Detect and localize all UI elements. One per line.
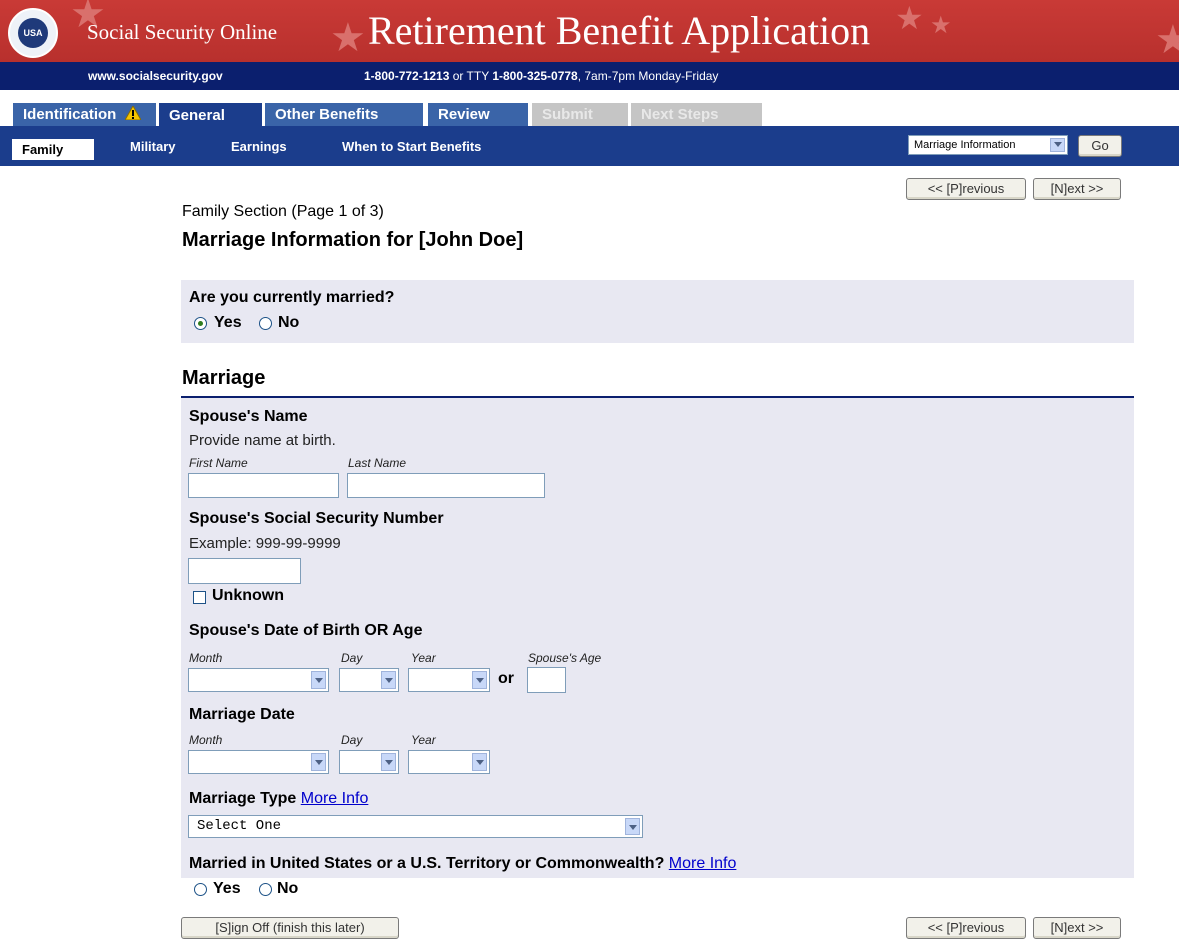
marriage-type-label: Marriage Type More Info	[189, 790, 368, 808]
married-in-us-text: Married in United States or a U.S. Terri…	[189, 855, 665, 872]
md-year-select[interactable]	[408, 750, 490, 774]
first-name-field[interactable]	[188, 473, 339, 498]
first-name-label: First Name	[189, 456, 248, 470]
page-title: Marriage Information for [John Doe]	[182, 229, 524, 251]
ssa-seal-logo[interactable]: USA	[8, 8, 58, 58]
main-tabs: Identification General Other Benefits Re…	[0, 103, 1179, 129]
md-month-select[interactable]	[188, 750, 329, 774]
md-day-select[interactable]	[339, 750, 399, 774]
last-name-label: Last Name	[348, 456, 407, 470]
phone-main: 1-800-772-1213	[364, 69, 450, 83]
married-no-radio[interactable]	[259, 317, 272, 330]
go-button[interactable]: Go	[1078, 135, 1122, 157]
tab-review[interactable]: Review	[428, 103, 528, 126]
warning-icon	[124, 106, 141, 120]
seal-emblem: USA	[18, 18, 48, 48]
site-url[interactable]: www.socialsecurity.gov	[88, 69, 223, 83]
md-day-label: Day	[341, 733, 363, 747]
dob-year-select[interactable]	[408, 668, 490, 692]
married-in-us-more-info-link[interactable]: More Info	[669, 855, 737, 872]
married-in-us-yes-label: Yes	[213, 880, 241, 897]
tab-label: Next Steps	[641, 106, 719, 123]
tab-label: Identification	[23, 106, 117, 123]
spouse-dob-label: Spouse's Date of Birth OR Age	[189, 622, 423, 639]
married-in-us-yes-radio[interactable]	[194, 883, 207, 896]
previous-button-bottom[interactable]: << [P]revious	[906, 917, 1026, 939]
tab-label: General	[169, 107, 225, 124]
dob-month-select[interactable]	[188, 668, 329, 692]
md-year-label: Year	[411, 733, 436, 747]
chevron-down-icon	[472, 671, 487, 689]
tab-identification[interactable]: Identification	[13, 103, 156, 126]
marriage-heading: Marriage	[182, 367, 266, 389]
married-in-us-no-label: No	[277, 880, 299, 897]
tab-label: Other Benefits	[275, 106, 379, 123]
spouse-ssn-hint: Example: 999-99-9999	[189, 535, 341, 552]
next-button-bottom[interactable]: [N]ext >>	[1033, 917, 1121, 939]
tab-next-steps: Next Steps	[631, 103, 762, 126]
or-label: or	[498, 670, 514, 687]
ssn-unknown-label: Unknown	[212, 587, 284, 604]
chevron-down-icon	[381, 753, 396, 771]
site-banner: ★ ★ ★ ★ ★ USA Social Security Online Ret…	[0, 0, 1179, 62]
married-yes-label: Yes	[214, 314, 242, 331]
ssn-unknown-checkbox[interactable]	[193, 591, 206, 604]
married-in-us-no-radio[interactable]	[259, 883, 272, 896]
spouse-ssn-field[interactable]	[188, 558, 301, 584]
dob-day-select[interactable]	[339, 668, 399, 692]
subnav-family[interactable]: Family	[12, 139, 94, 160]
star-decoration: ★	[1155, 18, 1179, 62]
tab-other-benefits[interactable]: Other Benefits	[265, 103, 423, 126]
marriage-type-text: Marriage Type	[189, 790, 297, 807]
tab-label: Submit	[542, 106, 593, 123]
jump-to-select[interactable]: Marriage Information	[908, 135, 1068, 155]
dob-year-label: Year	[411, 651, 436, 665]
subnav-when-to-start[interactable]: When to Start Benefits	[342, 136, 481, 158]
chevron-down-icon	[311, 753, 326, 771]
chevron-down-icon	[311, 671, 326, 689]
phone-info: 1-800-772-1213 or TTY 1-800-325-0778, 7a…	[364, 69, 718, 83]
contact-bar: www.socialsecurity.gov 1-800-772-1213 or…	[0, 62, 1179, 90]
married-question-label: Are you currently married?	[189, 289, 395, 306]
marriage-date-label: Marriage Date	[189, 706, 295, 723]
star-decoration: ★	[930, 12, 952, 39]
chevron-down-icon	[472, 753, 487, 771]
star-decoration: ★	[330, 16, 366, 60]
tab-submit: Submit	[532, 103, 628, 126]
marriage-type-more-info-link[interactable]: More Info	[301, 790, 369, 807]
phone-tty: 1-800-325-0778	[492, 69, 578, 83]
brand-name[interactable]: Social Security Online	[87, 20, 277, 45]
spouse-age-field[interactable]	[527, 667, 566, 693]
dob-month-label: Month	[189, 651, 223, 665]
married-no-label: No	[278, 314, 300, 331]
tab-label: Review	[438, 106, 490, 123]
next-button[interactable]: [N]ext >>	[1033, 178, 1121, 200]
last-name-field[interactable]	[347, 473, 545, 498]
sign-off-button[interactable]: [S]ign Off (finish this later)	[181, 917, 399, 939]
marriage-type-select[interactable]: Select One	[188, 815, 643, 838]
spouse-name-label: Spouse's Name	[189, 408, 308, 425]
dob-day-label: Day	[341, 651, 363, 665]
spouse-ssn-label: Spouse's Social Security Number	[189, 510, 444, 527]
chevron-down-icon	[625, 818, 640, 835]
chevron-down-icon	[1050, 138, 1065, 152]
married-in-us-label: Married in United States or a U.S. Terri…	[189, 855, 736, 873]
spouse-name-hint: Provide name at birth.	[189, 432, 336, 449]
previous-button[interactable]: << [P]revious	[906, 178, 1026, 200]
married-yes-radio[interactable]	[194, 317, 207, 330]
spouse-age-label: Spouse's Age	[528, 651, 602, 665]
subnav-military[interactable]: Military	[130, 136, 176, 158]
md-month-label: Month	[189, 733, 223, 747]
phone-or: or TTY	[449, 69, 493, 83]
section-subtitle: Family Section (Page 1 of 3)	[182, 203, 384, 220]
app-title: Retirement Benefit Application	[368, 8, 871, 53]
phone-hours: , 7am-7pm Monday-Friday	[577, 69, 719, 83]
star-decoration: ★	[895, 0, 924, 36]
marriage-type-value: Select One	[197, 818, 282, 834]
subnav-earnings[interactable]: Earnings	[231, 136, 287, 158]
jump-to-value: Marriage Information	[914, 139, 1016, 151]
chevron-down-icon	[381, 671, 396, 689]
